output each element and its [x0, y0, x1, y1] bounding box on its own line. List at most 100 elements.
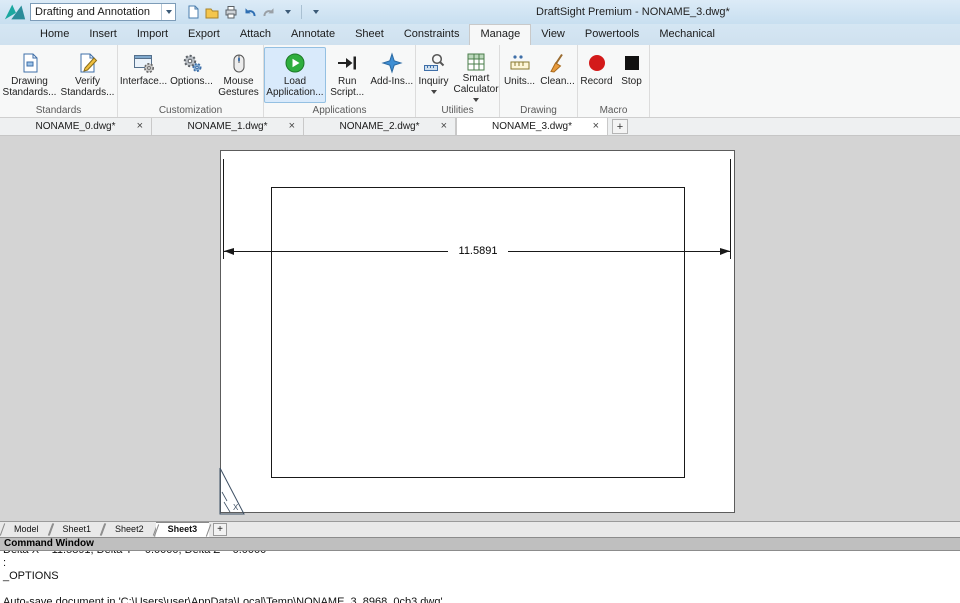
button-label: Stop: [621, 76, 642, 87]
document-tab-label: NONAME_1.dwg*: [187, 121, 268, 132]
redo-button[interactable]: [260, 3, 277, 21]
inquiry-button[interactable]: Inquiry: [416, 47, 451, 103]
ribbon-group-label: Applications: [312, 105, 367, 116]
document-tab-label: NONAME_3.dwg*: [491, 121, 573, 132]
titlebar: Drafting and Annotation DraftSight Premi…: [0, 0, 960, 24]
document-tab-bar: NONAME_0.dwg* × NONAME_1.dwg* × NONAME_2…: [0, 118, 960, 136]
inquiry-icon: [423, 50, 445, 76]
sheet-tab-sheet3-active[interactable]: Sheet3: [155, 522, 210, 537]
document-tab-noname0[interactable]: NONAME_0.dwg* ×: [0, 118, 152, 135]
document-tab-noname1[interactable]: NONAME_1.dwg* ×: [152, 118, 304, 135]
sheet-tab-model[interactable]: Model: [2, 522, 51, 537]
menu-tab-sheet[interactable]: Sheet: [345, 24, 394, 45]
command-window-titlebar[interactable]: Command Window: [0, 537, 960, 551]
menu-tab-constraints[interactable]: Constraints: [394, 24, 470, 45]
mouse-gestures-button[interactable]: Mouse Gestures: [216, 47, 262, 103]
ribbon: Drawing Standards... Verify Standards...…: [0, 45, 960, 118]
button-label: Inquiry: [418, 76, 449, 87]
button-label: Add-Ins...: [370, 76, 414, 87]
menu-tab-home[interactable]: Home: [30, 24, 79, 45]
button-label: Mouse Gestures: [218, 76, 259, 98]
customize-qat-button[interactable]: [307, 3, 324, 21]
button-label: Verify Standards...: [60, 76, 115, 98]
undo-redo-dropdown-button[interactable]: [279, 3, 296, 21]
close-icon[interactable]: ×: [441, 119, 447, 134]
close-icon[interactable]: ×: [137, 119, 143, 134]
run-script-button[interactable]: Run Script...: [328, 47, 367, 103]
dimension-value[interactable]: 11.5891: [448, 245, 508, 258]
clean-brush-icon: [547, 50, 569, 76]
load-application-icon: [284, 50, 306, 76]
print-button[interactable]: [222, 3, 239, 21]
button-label: Load Application...: [266, 76, 324, 98]
drawing-standards-button[interactable]: Drawing Standards...: [2, 47, 58, 103]
smart-calculator-button[interactable]: Smart Calculator: [453, 47, 499, 103]
ribbon-group-label: Utilities: [441, 105, 474, 116]
record-icon: [587, 50, 607, 76]
drawing-canvas[interactable]: 11.5891 X: [0, 136, 960, 521]
load-application-button[interactable]: Load Application...: [264, 47, 326, 103]
toolbar-separator: [301, 5, 302, 19]
menu-tab-annotate[interactable]: Annotate: [281, 24, 345, 45]
menu-tab-powertools[interactable]: Powertools: [575, 24, 649, 45]
document-tab-label: NONAME_2.dwg*: [339, 121, 420, 132]
options-button[interactable]: Options...: [170, 47, 214, 103]
command-line: [3, 583, 960, 596]
new-file-button[interactable]: [184, 3, 201, 21]
units-button[interactable]: Units...: [502, 47, 538, 103]
redo-icon: [263, 8, 273, 17]
undo-button[interactable]: [241, 3, 258, 21]
menu-tab-manage[interactable]: Manage: [469, 24, 532, 45]
ribbon-group-utilities: Inquiry Smart Calculator Utilities: [416, 45, 500, 117]
ribbon-group-label: Standards: [35, 105, 82, 116]
chevron-down-icon[interactable]: [473, 98, 479, 102]
menu-tab-mechanical[interactable]: Mechanical: [649, 24, 725, 45]
button-label: Drawing Standards...: [2, 76, 57, 98]
ribbon-group-label: Customization: [158, 105, 223, 116]
clean-button[interactable]: Clean...: [540, 47, 576, 103]
button-label: Run Script...: [330, 76, 365, 98]
interface-button[interactable]: Interface...: [120, 47, 168, 103]
open-file-button[interactable]: [203, 3, 220, 21]
draftsight-window: Drafting and Annotation DraftSight Premi…: [0, 0, 960, 603]
drawing-standards-icon: [19, 50, 41, 76]
draftsight-logo: [0, 1, 30, 23]
menu-tab-import[interactable]: Import: [127, 24, 178, 45]
workspace-selector[interactable]: Drafting and Annotation: [30, 3, 176, 21]
record-macro-button[interactable]: Record: [580, 47, 614, 103]
paper-sheet[interactable]: 11.5891 X: [219, 150, 735, 515]
menu-tab-attach[interactable]: Attach: [230, 24, 281, 45]
sheet-tab-sheet1[interactable]: Sheet1: [51, 522, 104, 537]
document-tab-label: NONAME_0.dwg*: [35, 121, 116, 132]
ribbon-group-standards: Drawing Standards... Verify Standards...…: [0, 45, 118, 117]
add-ins-button[interactable]: Add-Ins...: [369, 47, 415, 103]
new-document-tab-button[interactable]: +: [612, 119, 628, 134]
workspace-selector-value: Drafting and Annotation: [35, 6, 150, 18]
verify-standards-button[interactable]: Verify Standards...: [60, 47, 116, 103]
ribbon-tab-bar: Home Insert Import Export Attach Annotat…: [0, 24, 960, 45]
button-label: Record: [580, 76, 613, 87]
dimension-extension-line-left: [223, 159, 224, 259]
close-icon[interactable]: ×: [289, 119, 295, 134]
stop-macro-button[interactable]: Stop: [616, 47, 648, 103]
menu-tab-view[interactable]: View: [531, 24, 575, 45]
ribbon-group-customization: Interface... Options... Mouse Gestures C…: [118, 45, 264, 117]
document-tab-noname3-active[interactable]: NONAME_3.dwg* ×: [456, 118, 608, 135]
button-label: Units...: [503, 76, 536, 87]
mouse-icon: [228, 50, 250, 76]
sheet-tab-sheet2[interactable]: Sheet2: [103, 522, 156, 537]
chevron-down-icon[interactable]: [161, 4, 175, 20]
document-tab-noname2[interactable]: NONAME_2.dwg* ×: [304, 118, 456, 135]
close-icon[interactable]: ×: [593, 119, 599, 134]
menu-tab-insert[interactable]: Insert: [79, 24, 127, 45]
command-input-area[interactable]: Delta X = 11.5891, Delta Y = 0.0000, Del…: [0, 551, 960, 603]
rectangle-entity[interactable]: [271, 187, 685, 478]
verify-standards-icon: [77, 50, 99, 76]
menu-tab-export[interactable]: Export: [178, 24, 230, 45]
new-sheet-button[interactable]: +: [213, 523, 228, 536]
dimension-extension-line-right: [730, 159, 731, 259]
dimension-arrow-right: [720, 248, 730, 255]
quick-access-toolbar: [184, 3, 324, 21]
button-label: Smart Calculator: [453, 73, 499, 95]
chevron-down-icon[interactable]: [430, 90, 437, 94]
